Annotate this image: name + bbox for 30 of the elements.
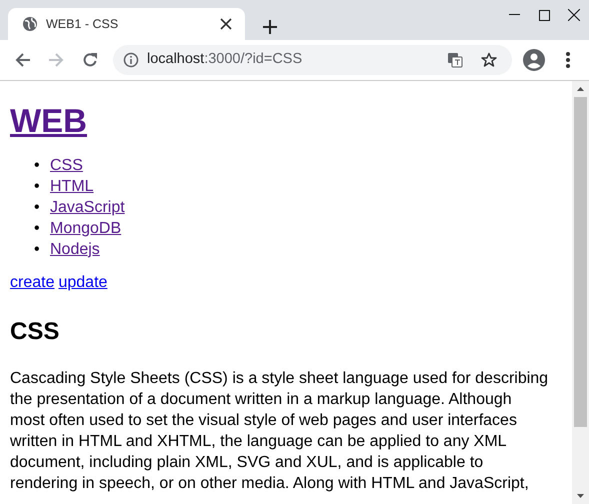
action-link[interactable]: update [58,272,108,293]
nav-link[interactable]: Nodejs [50,241,100,258]
reload-icon [82,52,98,68]
tab-title: WEB1 - CSS [46,16,120,33]
forward-arrow-icon [48,52,64,68]
list-bullet: • [34,240,41,260]
section-heading: CSS [10,317,60,346]
nav-link[interactable]: JavaScript [50,199,125,216]
body-paragraph: Cascading Style Sheets (CSS) is a style sheet language used for describing the presentation of a document written in a markup language. Although most often used to set the visual style of web pages and user interfaces written in HTML and XHTML, the language can be applied to any XML document, including plain XML, SVG and XUL, and is applicable to rendering in speech, or on other media. Along with HTML and JavaScript, [10,369,549,494]
action-link[interactable]: create [10,272,54,293]
minimize-icon [508,14,520,16]
list-bullet: • [34,198,41,218]
list-bullet: • [34,177,41,197]
plus-icon [263,20,277,34]
scrollbar[interactable] [572,81,589,504]
info-icon [122,52,139,68]
nav-link[interactable]: CSS [50,157,83,174]
list-bullet: • [34,219,41,239]
globe-icon [22,16,38,32]
list-bullet: • [34,156,41,176]
browser-tab[interactable]: WEB1 - CSS [8,8,245,40]
site-title-link[interactable]: WEB [10,102,87,139]
maximize-icon [538,10,550,20]
address-bar[interactable]: localhost:3000/?id=CSS [112,45,512,75]
nav-link[interactable]: HTML [50,178,94,195]
close-icon [568,9,580,21]
close-icon [220,18,232,30]
url-text: localhost:3000/?id=CSS [146,50,304,70]
back-arrow-icon [14,52,31,68]
nav-link[interactable]: MongoDB [50,220,122,237]
